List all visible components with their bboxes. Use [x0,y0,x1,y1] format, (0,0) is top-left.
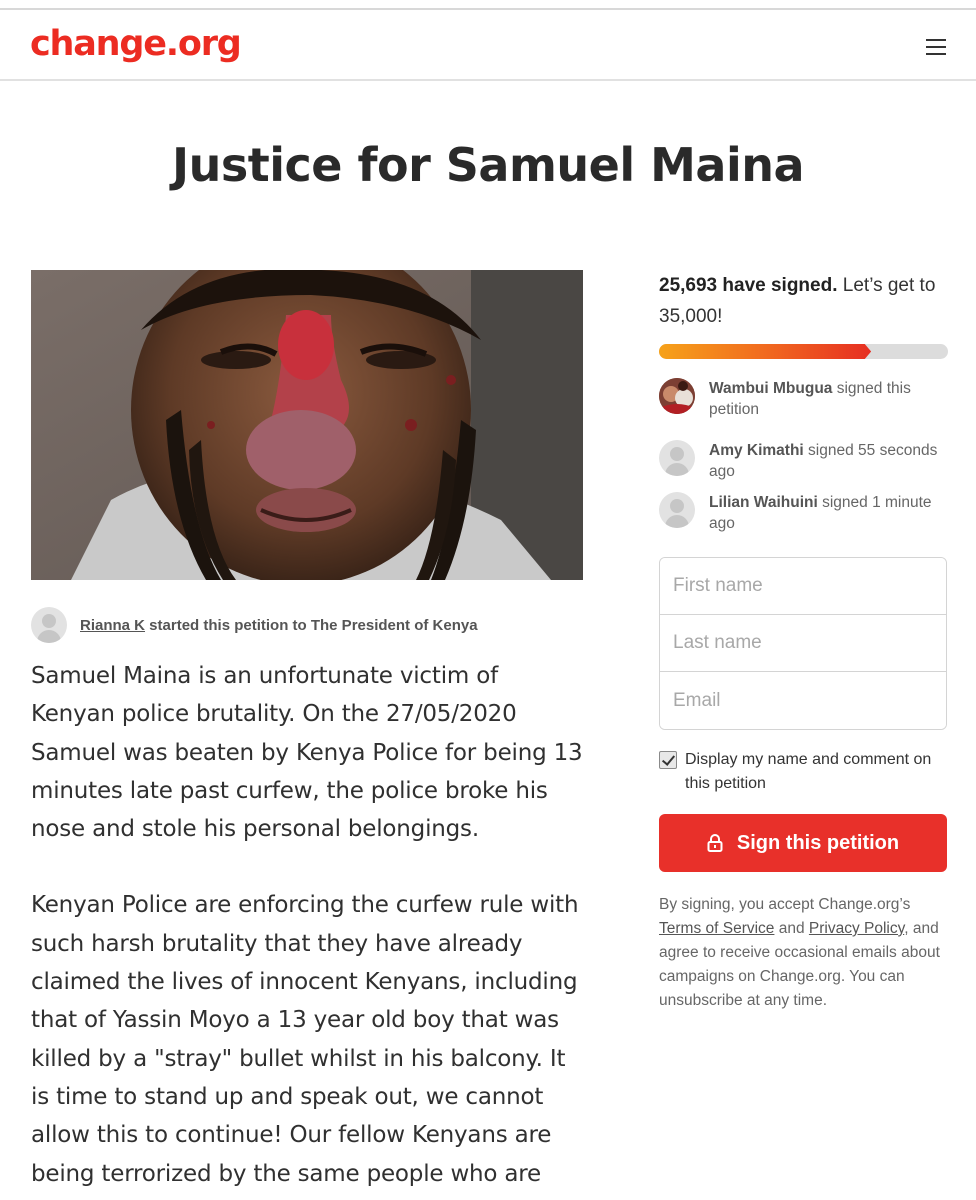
signer-avatar [659,440,695,476]
starter-target-text: started this petition to The President o… [145,616,478,634]
site-header: change.org [0,10,976,81]
petition-photo-illustration [31,270,583,580]
signer-text: Wambui Mbugua signed this petition [709,380,911,418]
email-input[interactable] [660,672,946,729]
sign-petition-button[interactable]: Sign this petition [659,814,947,872]
story-paragraph-1: Samuel Maina is an unfortunate victim of… [31,663,583,843]
terms-of-service-link[interactable]: Terms of Service [659,920,774,937]
lock-icon [707,834,723,852]
signature-count-number: 25,693 have signed. [659,275,838,296]
starter-info: Rianna K started this petition to The Pr… [80,617,478,634]
signature-progress-bar [659,344,948,359]
change-org-logo[interactable]: change.org [30,24,242,64]
legal-disclaimer: By signing, you accept Change.org’s Term… [659,896,940,1009]
display-name-label[interactable]: Display my name and comment on this peti… [685,748,947,796]
display-name-consent: Display my name and comment on this peti… [659,748,947,796]
signature-form [659,557,947,730]
signer-text: Lilian Waihuini signed 1 minute ago [709,494,932,532]
recent-signer: Lilian Waihuini signed 1 minute ago [659,492,949,534]
recent-signer: Amy Kimathi signed 55 seconds ago [659,440,949,482]
hamburger-menu-icon[interactable] [926,38,948,56]
petition-title: Justice for Samuel Maina [172,138,805,192]
signer-text: Amy Kimathi signed 55 seconds ago [709,442,938,480]
first-name-input[interactable] [660,558,946,615]
story-paragraph-2: Kenyan Police are enforcing the curfew r… [31,892,579,1187]
signer-avatar [659,378,695,414]
starter-name-link[interactable]: Rianna K [80,617,145,634]
petition-image [31,270,583,580]
signature-count: 25,693 have signed. Let’s get to 35,000! [659,270,949,332]
recent-signer: Wambui Mbugua signed this petition [659,378,949,420]
sign-petition-label: Sign this petition [736,831,900,854]
last-name-input[interactable] [660,615,946,672]
privacy-policy-link[interactable]: Privacy Policy [809,920,904,937]
signer-avatar [659,492,695,528]
signature-sidebar: 25,693 have signed. Let’s get to 35,000! [659,270,949,359]
petition-story: Samuel Maina is an unfortunate victim of… [31,657,587,1200]
display-name-checkbox[interactable] [659,751,677,769]
petition-starter: Rianna K started this petition to The Pr… [31,606,478,644]
signature-progress-fill [659,344,872,359]
starter-avatar [31,607,67,643]
